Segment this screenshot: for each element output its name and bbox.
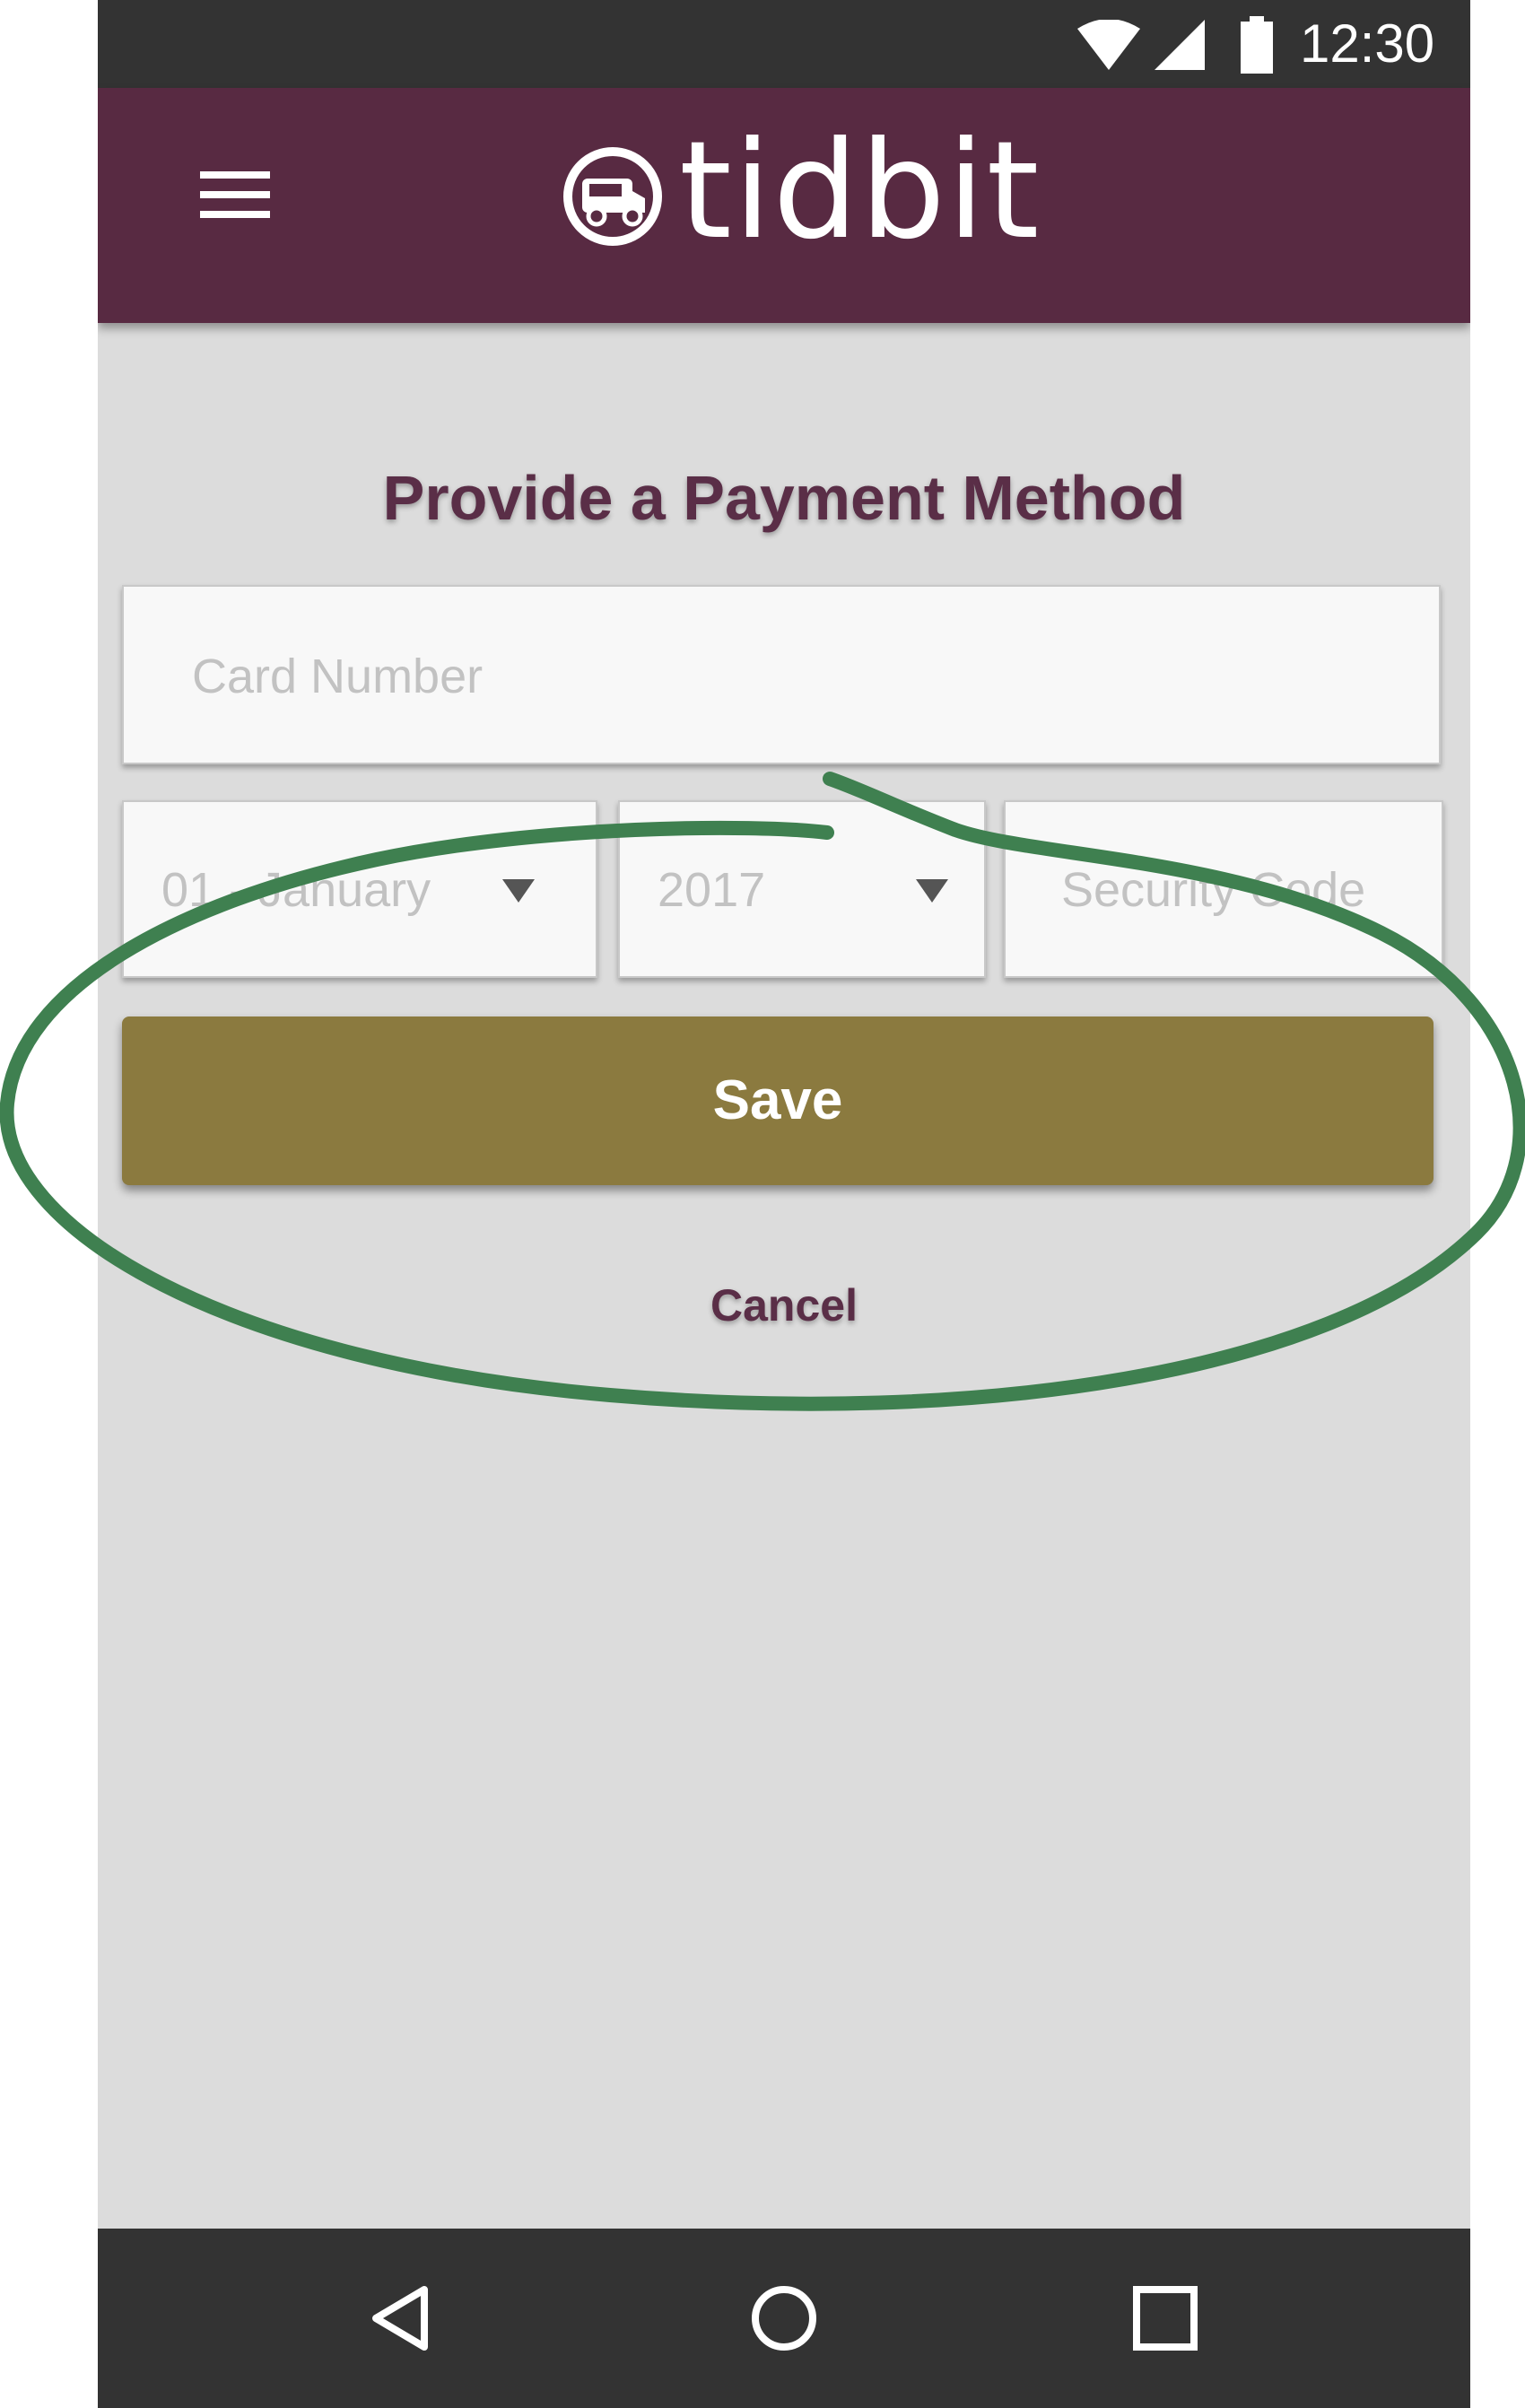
- expiry-year-select[interactable]: 2017: [618, 800, 986, 978]
- phone-screen: 12:30 tidbit Provide a Payment Method Ca…: [98, 0, 1470, 2408]
- expiry-month-select[interactable]: 01 - January: [122, 800, 597, 978]
- cancel-button[interactable]: Cancel: [649, 1274, 919, 1337]
- app-logo: tidbit: [562, 124, 1065, 258]
- card-number-placeholder: Card Number: [192, 650, 484, 703]
- system-nav-bar: [98, 2229, 1470, 2408]
- battery-icon: [1241, 16, 1273, 74]
- security-code-input[interactable]: Security Code: [1004, 800, 1443, 978]
- status-clock: 12:30: [1300, 13, 1435, 74]
- status-bar: 12:30: [98, 0, 1470, 88]
- recent-apps-square-icon[interactable]: [1129, 2282, 1201, 2354]
- chevron-down-icon: [916, 879, 948, 903]
- security-code-placeholder: Security Code: [1061, 863, 1366, 917]
- page-title: Provide a Payment Method: [382, 463, 1186, 533]
- home-circle-icon[interactable]: [748, 2282, 820, 2354]
- save-button[interactable]: Save: [122, 1016, 1434, 1185]
- hamburger-menu-icon[interactable]: [200, 164, 272, 225]
- signal-icon: [1155, 20, 1205, 70]
- food-truck-icon: [563, 147, 662, 246]
- month-selected-value: 01 - January: [161, 863, 431, 917]
- wifi-icon: [1077, 20, 1140, 70]
- back-triangle-icon[interactable]: [365, 2282, 437, 2354]
- card-number-input[interactable]: Card Number: [122, 585, 1441, 764]
- logo-text: tidbit: [679, 113, 1041, 269]
- app-bar: tidbit: [98, 88, 1470, 323]
- chevron-down-icon: [502, 879, 535, 903]
- year-selected-value: 2017: [658, 863, 766, 917]
